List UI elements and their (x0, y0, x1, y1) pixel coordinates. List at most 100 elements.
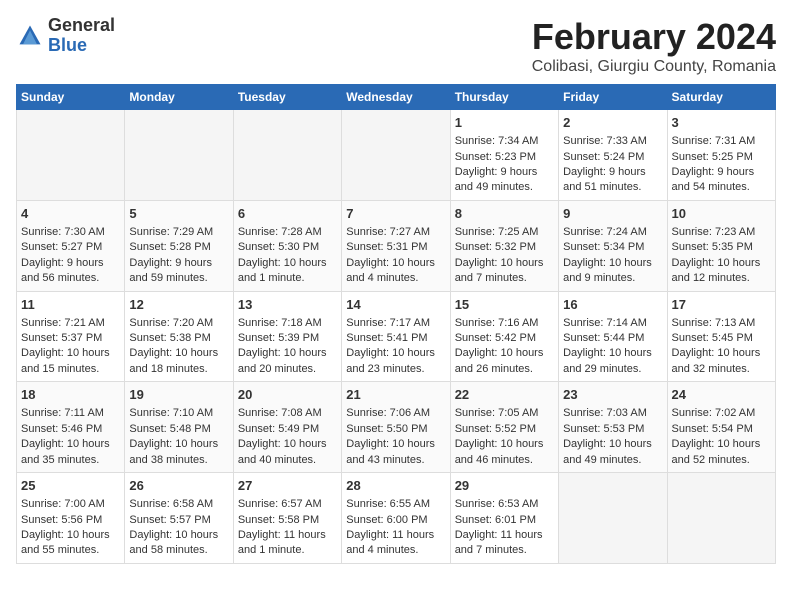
calendar-cell (559, 473, 667, 564)
day-number: 5 (129, 205, 228, 223)
calendar-cell: 5Sunrise: 7:29 AMSunset: 5:28 PMDaylight… (125, 200, 233, 291)
day-of-week-header: Monday (125, 85, 233, 110)
day-info: Sunrise: 7:02 AM (672, 406, 771, 421)
calendar-cell: 6Sunrise: 7:28 AMSunset: 5:30 PMDaylight… (233, 200, 341, 291)
day-number: 19 (129, 386, 228, 404)
day-info: Daylight: 10 hours and 12 minutes. (672, 256, 771, 287)
day-info: Sunset: 5:50 PM (346, 422, 445, 437)
logo-text: General Blue (48, 16, 115, 56)
day-number: 26 (129, 477, 228, 495)
calendar-cell: 26 Sunrise: 6:58 AMSunset: 5:57 PMDayligh… (125, 473, 233, 564)
calendar-cell (233, 110, 341, 201)
calendar-cell: 22Sunrise: 7:05 AMSunset: 5:52 PMDayligh… (450, 382, 558, 473)
calendar-cell: 3Sunrise: 7:31 AMSunset: 5:25 PMDaylight… (667, 110, 775, 201)
day-info: Sunset: 5:37 PM (21, 331, 120, 346)
day-info: Sunrise: 7:31 AM (672, 134, 771, 149)
day-number: 2 (563, 114, 662, 132)
calendar-cell (342, 110, 450, 201)
calendar-cell: 17Sunrise: 7:13 AMSunset: 5:45 PMDayligh… (667, 291, 775, 382)
day-info: Daylight: 10 hours and 4 minutes. (346, 256, 445, 287)
day-info: Daylight: 10 hours and 40 minutes. (238, 437, 337, 468)
day-info: Sunset: 5:25 PM (672, 150, 771, 165)
day-number: 22 (455, 386, 554, 404)
calendar-week-row: 1Sunrise: 7:34 AMSunset: 5:23 PMDaylight… (17, 110, 776, 201)
day-info: Sunrise: 7:08 AM (238, 406, 337, 421)
day-info: Sunset: 5:54 PM (672, 422, 771, 437)
day-info: Daylight: 10 hours and 29 minutes. (563, 346, 662, 377)
calendar-cell: 8Sunrise: 7:25 AMSunset: 5:32 PMDaylight… (450, 200, 558, 291)
calendar-week-row: 18Sunrise: 7:11 AMSunset: 5:46 PMDayligh… (17, 382, 776, 473)
day-number: 13 (238, 296, 337, 314)
day-info: Sunset: 5:53 PM (563, 422, 662, 437)
day-number: 27 (238, 477, 337, 495)
day-of-week-header: Wednesday (342, 85, 450, 110)
day-info: Sunrise: 7:21 AM (21, 316, 120, 331)
day-info: Sunrise: 7:10 AM (129, 406, 228, 421)
day-info: Sunrise: 7:30 AM (21, 225, 120, 240)
calendar-table: SundayMondayTuesdayWednesdayThursdayFrid… (16, 84, 776, 564)
day-info: Sunset: 5:44 PM (563, 331, 662, 346)
day-info: Daylight: 10 hours and 55 minutes. (21, 528, 120, 559)
day-info: Daylight: 10 hours and 1 minute. (238, 256, 337, 287)
day-info: Daylight: 10 hours and 32 minutes. (672, 346, 771, 377)
calendar-cell (667, 473, 775, 564)
calendar-header-row: SundayMondayTuesdayWednesdayThursdayFrid… (17, 85, 776, 110)
day-info: Sunrise: 7:14 AM (563, 316, 662, 331)
day-of-week-header: Friday (559, 85, 667, 110)
day-number: 9 (563, 205, 662, 223)
day-info: Daylight: 11 hours and 7 minutes. (455, 528, 554, 559)
calendar-cell: 27Sunrise: 6:57 AMSunset: 5:58 PMDayligh… (233, 473, 341, 564)
day-info: Sunrise: 7:16 AM (455, 316, 554, 331)
calendar-cell: 16Sunrise: 7:14 AMSunset: 5:44 PMDayligh… (559, 291, 667, 382)
day-info: Sunrise: 6:53 AM (455, 497, 554, 512)
day-info: Daylight: 10 hours and 58 minutes. (129, 528, 228, 559)
day-info: Sunset: 5:23 PM (455, 150, 554, 165)
calendar-cell: 29Sunrise: 6:53 AMSunset: 6:01 PMDayligh… (450, 473, 558, 564)
day-of-week-header: Saturday (667, 85, 775, 110)
day-info: Daylight: 10 hours and 7 minutes. (455, 256, 554, 287)
day-info: Sunrise: 7:05 AM (455, 406, 554, 421)
day-info: Daylight: 10 hours and 9 minutes. (563, 256, 662, 287)
day-number: 12 (129, 296, 228, 314)
logo-blue-text: Blue (48, 36, 115, 56)
day-info: Sunset: 5:39 PM (238, 331, 337, 346)
page-header: General Blue February 2024 Colibasi, Giu… (16, 16, 776, 76)
calendar-week-row: 4Sunrise: 7:30 AMSunset: 5:27 PMDaylight… (17, 200, 776, 291)
day-info: Sunrise: 7:20 AM (129, 316, 228, 331)
logo-general-text: General (48, 16, 115, 36)
day-of-week-header: Tuesday (233, 85, 341, 110)
calendar-cell (125, 110, 233, 201)
day-number: 14 (346, 296, 445, 314)
calendar-cell (17, 110, 125, 201)
day-info: Daylight: 9 hours and 51 minutes. (563, 165, 662, 196)
day-info: Sunrise: 7:18 AM (238, 316, 337, 331)
day-info: Daylight: 9 hours and 56 minutes. (21, 256, 120, 287)
day-info: Sunrise: 7:28 AM (238, 225, 337, 240)
calendar-cell: 25Sunrise: 7:00 AMSunset: 5:56 PMDayligh… (17, 473, 125, 564)
day-info: Sunset: 5:49 PM (238, 422, 337, 437)
calendar-week-row: 11Sunrise: 7:21 AMSunset: 5:37 PMDayligh… (17, 291, 776, 382)
day-info: Sunrise: 6:58 AM (129, 497, 228, 512)
day-info: Sunset: 5:32 PM (455, 240, 554, 255)
day-info: Sunrise: 7:25 AM (455, 225, 554, 240)
calendar-cell: 7Sunrise: 7:27 AMSunset: 5:31 PMDaylight… (342, 200, 450, 291)
calendar-cell: 13 Sunrise: 7:18 AMSunset: 5:39 PMDayligh… (233, 291, 341, 382)
day-number: 6 (238, 205, 337, 223)
day-number: 1 (455, 114, 554, 132)
title-block: February 2024 Colibasi, Giurgiu County, … (532, 16, 776, 76)
day-info: Sunset: 5:41 PM (346, 331, 445, 346)
day-info: Sunset: 5:27 PM (21, 240, 120, 255)
day-info: Daylight: 10 hours and 26 minutes. (455, 346, 554, 377)
day-number: 10 (672, 205, 771, 223)
day-number: 17 (672, 296, 771, 314)
calendar-cell: 2Sunrise: 7:33 AMSunset: 5:24 PMDaylight… (559, 110, 667, 201)
day-info: Sunset: 5:57 PM (129, 513, 228, 528)
day-info: Daylight: 9 hours and 49 minutes. (455, 165, 554, 196)
day-info: Sunset: 5:48 PM (129, 422, 228, 437)
calendar-cell: 9Sunrise: 7:24 AMSunset: 5:34 PMDaylight… (559, 200, 667, 291)
day-number: 4 (21, 205, 120, 223)
day-info: Sunrise: 7:17 AM (346, 316, 445, 331)
day-info: Daylight: 10 hours and 23 minutes. (346, 346, 445, 377)
day-info: Daylight: 10 hours and 20 minutes. (238, 346, 337, 377)
day-number: 18 (21, 386, 120, 404)
